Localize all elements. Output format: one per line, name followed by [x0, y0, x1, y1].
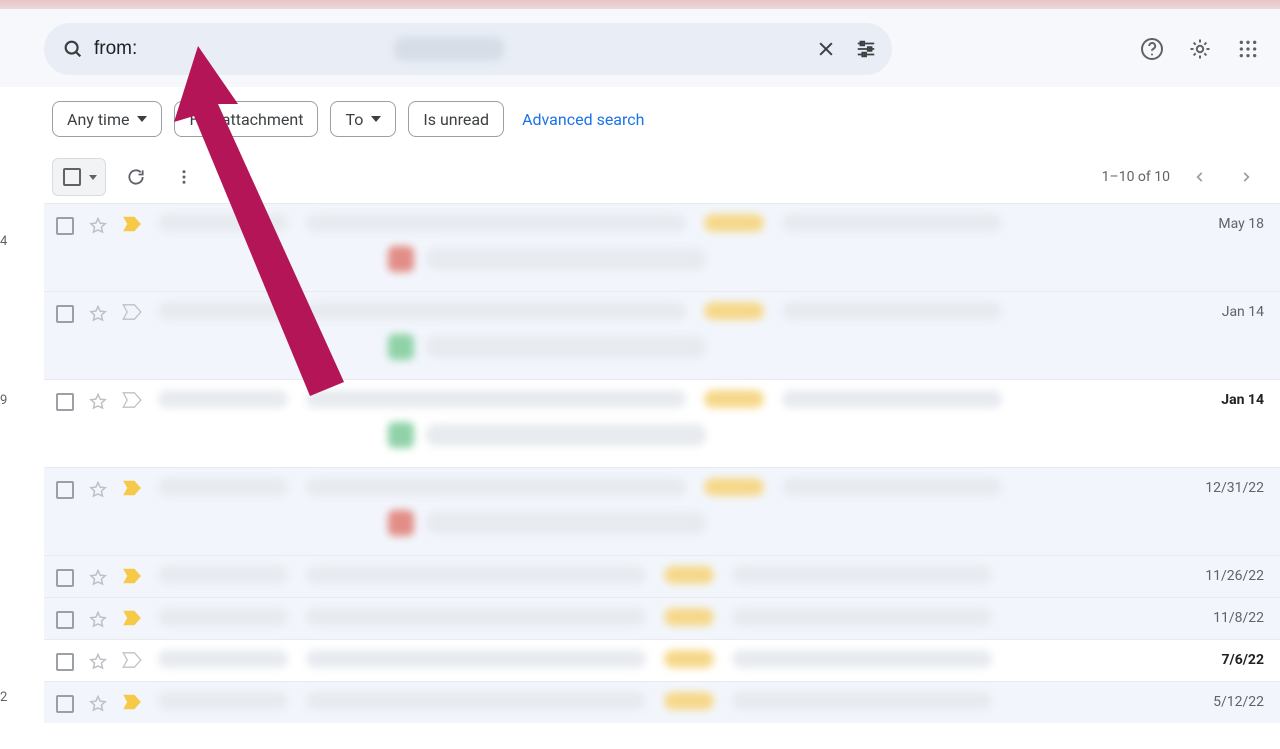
row-date: 5/12/22: [1213, 692, 1270, 710]
important-icon[interactable]: [122, 216, 142, 236]
row-checkbox[interactable]: [56, 611, 74, 629]
important-icon[interactable]: [122, 392, 142, 412]
row-date: 7/6/22: [1221, 650, 1270, 668]
search-icon: [62, 38, 84, 60]
toolbar: 1–10 of 10: [44, 151, 1280, 203]
left-rail: 4 9 2: [0, 9, 20, 749]
star-icon[interactable]: [88, 392, 108, 412]
email-row[interactable]: 5/12/22: [44, 681, 1280, 723]
row-checkbox[interactable]: [56, 393, 74, 411]
row-date: 12/31/22: [1205, 478, 1270, 496]
chevron-down-icon: [137, 116, 147, 122]
browser-chrome-strip: [0, 0, 1280, 9]
star-icon[interactable]: [88, 694, 108, 714]
email-row[interactable]: 12/31/22: [44, 467, 1280, 555]
search-bar[interactable]: [44, 23, 892, 75]
email-row[interactable]: 7/6/22: [44, 639, 1280, 681]
search-input[interactable]: [84, 37, 398, 61]
row-content: [158, 566, 1195, 584]
email-row[interactable]: 11/26/22: [44, 555, 1280, 597]
settings-button[interactable]: [1180, 29, 1220, 69]
email-row[interactable]: Jan 14: [44, 291, 1280, 379]
chip-label: Has attachment: [189, 110, 303, 129]
pager-prev[interactable]: [1184, 161, 1216, 193]
row-date: Jan 14: [1221, 390, 1270, 408]
pager-next[interactable]: [1230, 161, 1262, 193]
pager-label: 1–10 of 10: [1102, 169, 1170, 185]
row-content: [158, 390, 1211, 448]
left-rail-count-a: 4: [0, 234, 7, 249]
important-icon[interactable]: [122, 694, 142, 714]
row-content: [158, 650, 1211, 668]
important-icon[interactable]: [122, 480, 142, 500]
star-icon[interactable]: [88, 568, 108, 588]
important-icon[interactable]: [122, 652, 142, 672]
row-content: [158, 214, 1208, 272]
clear-search-button[interactable]: [806, 29, 846, 69]
row-content: [158, 608, 1203, 626]
chip-label: Any time: [67, 110, 129, 129]
email-row[interactable]: May 18: [44, 203, 1280, 291]
chevron-down-icon: [89, 175, 97, 180]
row-checkbox[interactable]: [56, 481, 74, 499]
row-date: 11/8/22: [1213, 608, 1270, 626]
email-row[interactable]: Jan 14: [44, 379, 1280, 467]
chip-is-unread[interactable]: Is unread: [408, 101, 504, 137]
left-rail-count-b: 9: [0, 393, 7, 408]
apps-button[interactable]: [1228, 29, 1268, 69]
support-button[interactable]: [1132, 29, 1172, 69]
pager: 1–10 of 10: [1102, 161, 1274, 193]
chevron-down-icon: [371, 116, 381, 122]
chip-to[interactable]: To: [330, 101, 396, 137]
more-button[interactable]: [166, 159, 202, 195]
row-checkbox[interactable]: [56, 305, 74, 323]
row-date: 11/26/22: [1205, 566, 1270, 584]
filter-chips: Any time Has attachment To Is unread Adv…: [44, 87, 1280, 151]
star-icon[interactable]: [88, 304, 108, 324]
star-icon[interactable]: [88, 480, 108, 500]
row-checkbox[interactable]: [56, 653, 74, 671]
left-rail-count-c: 2: [0, 690, 7, 705]
search-blurred-value: [394, 37, 504, 61]
chip-has-attachment[interactable]: Has attachment: [174, 101, 318, 137]
content: Any time Has attachment To Is unread Adv…: [44, 87, 1280, 749]
row-checkbox[interactable]: [56, 695, 74, 713]
header: [0, 9, 1280, 87]
chip-any-time[interactable]: Any time: [52, 101, 162, 137]
star-icon[interactable]: [88, 216, 108, 236]
row-content: [158, 692, 1203, 710]
important-icon[interactable]: [122, 610, 142, 630]
select-all-button[interactable]: [52, 158, 106, 196]
row-date: Jan 14: [1222, 302, 1270, 320]
email-row[interactable]: 11/8/22: [44, 597, 1280, 639]
star-icon[interactable]: [88, 652, 108, 672]
search-options-button[interactable]: [846, 29, 886, 69]
advanced-search-link[interactable]: Advanced search: [516, 110, 644, 129]
row-date: May 18: [1218, 214, 1270, 232]
refresh-button[interactable]: [118, 159, 154, 195]
important-icon[interactable]: [122, 304, 142, 324]
important-icon[interactable]: [122, 568, 142, 588]
row-content: [158, 478, 1195, 536]
row-checkbox[interactable]: [56, 217, 74, 235]
star-icon[interactable]: [88, 610, 108, 630]
row-checkbox[interactable]: [56, 569, 74, 587]
email-list: May 18 Jan 14 Jan 14 12/31/22 11/26/22 11/8/2…: [44, 203, 1280, 723]
checkbox-icon: [63, 168, 81, 186]
chip-label: Is unread: [423, 110, 489, 129]
chip-label: To: [345, 110, 363, 129]
row-content: [158, 302, 1212, 360]
